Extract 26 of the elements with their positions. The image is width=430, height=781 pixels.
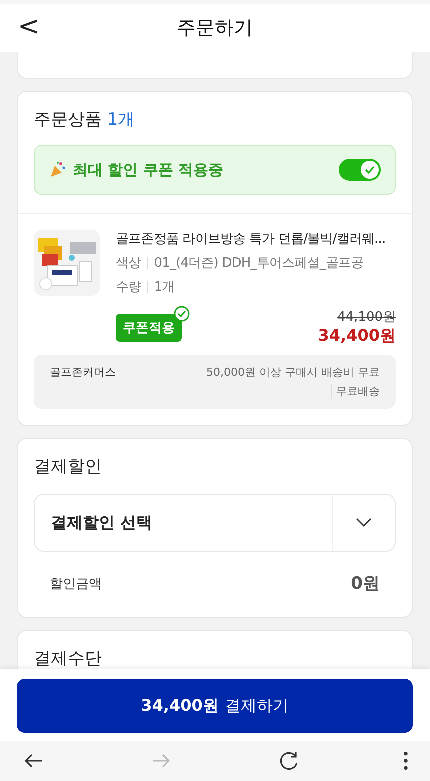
page-title: 주문하기 xyxy=(177,16,253,41)
check-icon xyxy=(364,164,376,176)
product-name: 골프존정품 라이브방송 특가 던롭/볼빅/캘러웨... xyxy=(116,231,387,248)
option-value: 01_(4더즌) DDH_투어스페셜_골프공 xyxy=(154,255,364,272)
back-button[interactable]: < xyxy=(12,10,46,44)
section-title: 결제수단 xyxy=(34,648,103,670)
coupon-banner-label: 최대 할인 쿠폰 적용중 xyxy=(73,160,225,180)
discount-amount-label: 할인금액 xyxy=(50,576,102,592)
discount-select[interactable]: 결제할인 선택 xyxy=(34,494,396,552)
original-price: 44,100원 xyxy=(336,309,396,326)
shipping-condition: 50,000원 이상 구매시 배송비 무료 xyxy=(206,365,380,380)
option-value: 1개 xyxy=(154,279,175,296)
coupon-badge: 쿠폰적용 xyxy=(116,314,182,342)
section-title: 주문상품 1개 xyxy=(34,109,136,131)
option-label: 수량 xyxy=(116,279,142,296)
option-label: 색상 xyxy=(116,255,142,272)
chevron-down-icon xyxy=(356,518,372,528)
section-title: 결제할인 xyxy=(34,456,103,478)
coupon-toggle[interactable] xyxy=(339,159,381,181)
shipping-fee: 무료배송 xyxy=(331,384,380,399)
pay-button[interactable]: 34,400원 결제하기 xyxy=(17,679,413,733)
party-popper-icon xyxy=(49,161,67,179)
discount-amount: 0원 xyxy=(351,573,380,595)
more-menu-icon xyxy=(404,752,408,770)
seller-name: 골프존커머스 xyxy=(50,365,116,381)
sale-price: 34,400원 xyxy=(318,326,396,347)
